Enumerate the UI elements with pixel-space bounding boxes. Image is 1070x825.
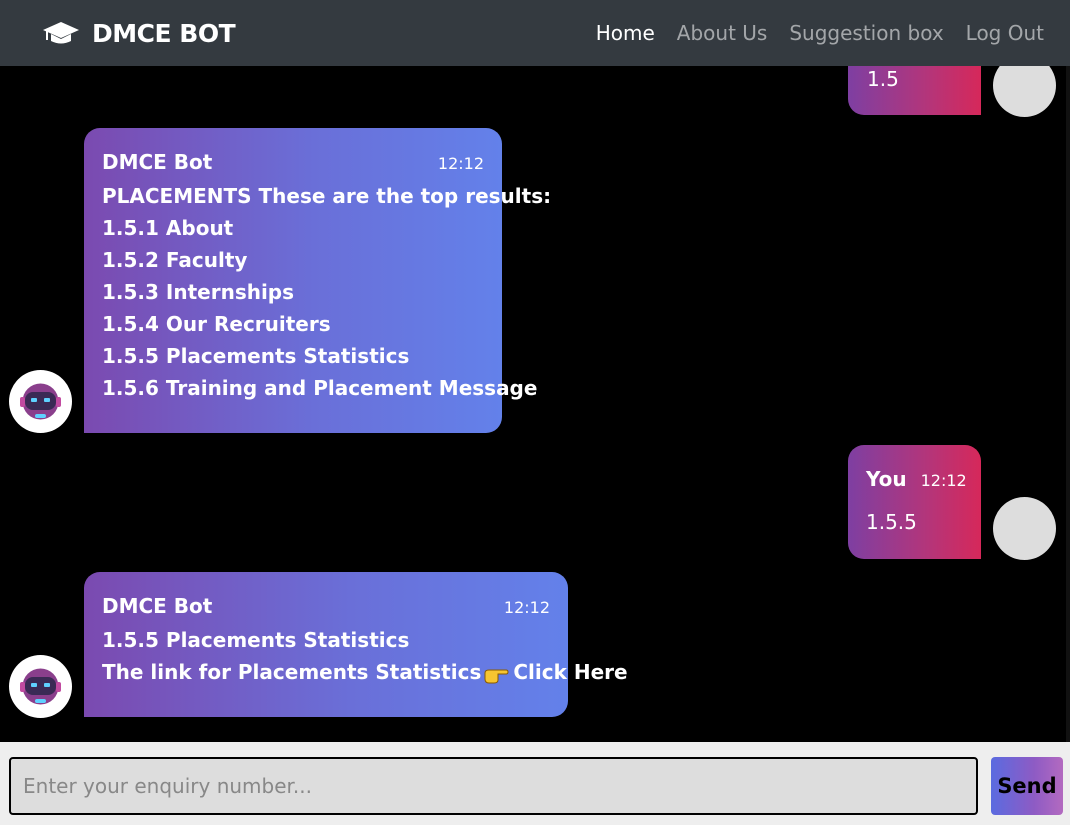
message-header: DMCE Bot 12:12 (102, 150, 484, 174)
chat-scrollbar[interactable] (1066, 66, 1070, 742)
brand-title: DMCE BOT (92, 18, 236, 48)
user-message: 1.5 (848, 66, 981, 115)
pointing-hand-icon (484, 669, 509, 683)
nav-log-out[interactable]: Log Out (966, 21, 1044, 45)
sender-name: DMCE Bot (102, 150, 213, 174)
message-line: PLACEMENTS These are the top results: (102, 184, 552, 208)
message-time: 12:12 (437, 154, 484, 173)
bot-avatar (9, 370, 72, 433)
nav-suggestion-box[interactable]: Suggestion box (789, 21, 943, 45)
message-line: 1.5.5 Placements Statistics (102, 344, 410, 368)
message-body: 1.5.5 Placements Statistics The link for… (102, 624, 628, 688)
bot-message: DMCE Bot 12:12 1.5.5 Placements Statisti… (84, 572, 628, 717)
message-line: 1.5.3 Internships (102, 280, 295, 304)
chat-area[interactable]: 1.5 DMCE Bot 12:12 PLACEMENTS These are … (0, 66, 1070, 742)
sender-name: DMCE Bot (102, 594, 213, 618)
user-message: You 12:12 1.5.5 (848, 445, 981, 559)
user-avatar (993, 66, 1056, 117)
navbar: DMCE BOT Home About Us Suggestion box Lo… (0, 0, 1070, 66)
sender-name: You (866, 467, 907, 491)
robot-icon (20, 668, 61, 705)
bot-avatar (9, 655, 72, 718)
send-button[interactable]: Send (991, 757, 1063, 815)
link-prefix: The link for Placements Statistics (102, 660, 482, 684)
message-line: 1.5.6 Training and Placement Message (102, 376, 538, 400)
message-time: 12:12 (920, 471, 967, 490)
user-message-text: 1.5.5 (866, 510, 917, 534)
message-link-line: The link for Placements Statistics Click… (102, 656, 628, 688)
message-header: DMCE Bot 12:12 (102, 594, 550, 618)
message-body: PLACEMENTS These are the top results: 1.… (102, 180, 552, 404)
composer: Send (0, 742, 1070, 825)
nav-links: Home About Us Suggestion box Log Out (574, 0, 1044, 66)
user-message-text: 1.5 (867, 67, 899, 91)
message-line: 1.5.1 About (102, 216, 234, 240)
nav-about-us[interactable]: About Us (677, 21, 768, 45)
user-avatar (993, 497, 1056, 560)
graduation-cap-icon (43, 22, 79, 44)
message-line: 1.5.5 Placements Statistics (102, 628, 410, 652)
message-header: You 12:12 (866, 467, 967, 491)
message-line: 1.5.2 Faculty (102, 248, 248, 272)
brand[interactable]: DMCE BOT (42, 18, 236, 48)
bot-message: DMCE Bot 12:12 PLACEMENTS These are the … (84, 128, 552, 433)
message-line: 1.5.4 Our Recruiters (102, 312, 331, 336)
message-time: 12:12 (503, 598, 550, 617)
enquiry-input[interactable] (9, 757, 978, 815)
click-here-link[interactable]: Click Here (513, 660, 627, 684)
robot-icon (20, 383, 61, 420)
nav-home[interactable]: Home (596, 21, 655, 45)
